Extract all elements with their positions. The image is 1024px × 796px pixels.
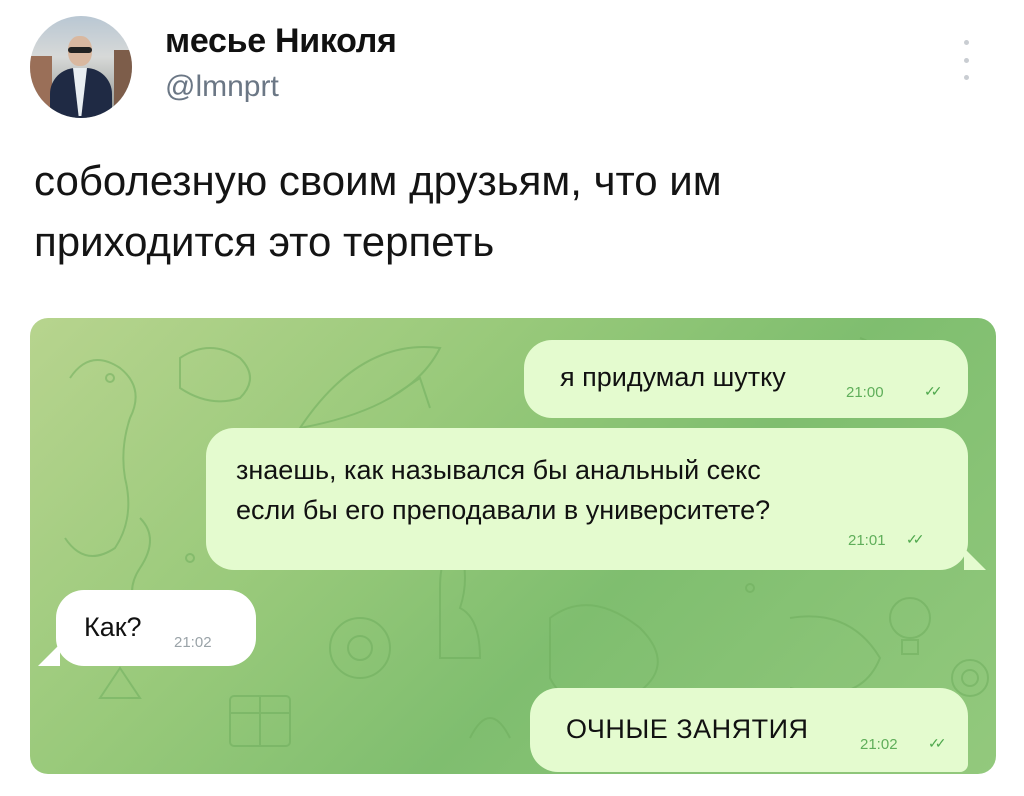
double-check-icon: ✓✓ [928,735,947,751]
chat-message-incoming[interactable]: Как? 21:02 [56,590,256,666]
more-vertical-icon[interactable] [962,40,970,80]
chat-message-outgoing[interactable]: знаешь, как назывался бы анальный секс е… [206,428,968,570]
avatar-background-building [114,50,132,118]
avatar-background-building [30,56,52,118]
author-handle[interactable]: @lmnprt [165,70,279,104]
message-text: ОЧНЫЕ ЗАНЯТИЯ [566,714,809,744]
message-time: 21:00 [846,384,884,401]
avatar[interactable] [30,16,132,118]
double-check-icon: ✓✓ [906,531,925,547]
avatar-figure-sunglasses [68,47,92,53]
message-text-line: если бы его преподавали в университете? [236,495,771,525]
message-time: 21:02 [860,736,898,753]
chat-message-outgoing[interactable]: я придумал шутку 21:00 ✓✓ [524,340,968,418]
tweet-text-line: соболезную своим друзьям, что им [34,157,722,204]
message-text-line: знаешь, как назывался бы анальный секс [236,455,761,485]
chat-message-outgoing[interactable]: ОЧНЫЕ ЗАНЯТИЯ 21:02 ✓✓ [530,688,968,772]
message-text: знаешь, как назывался бы анальный секс е… [236,450,770,530]
tweet-text: соболезную своим друзьям, что им приходи… [34,150,934,272]
message-time: 21:01 [848,532,886,549]
message-time: 21:02 [174,634,212,651]
tweet-text-line: приходится это терпеть [34,218,495,265]
message-text: Как? [84,612,142,642]
message-text: я придумал шутку [560,362,786,392]
author-name[interactable]: месье Николя [165,22,397,61]
double-check-icon: ✓✓ [924,383,943,399]
chat-screenshot: я придумал шутку 21:00 ✓✓ знаешь, как на… [30,318,996,774]
